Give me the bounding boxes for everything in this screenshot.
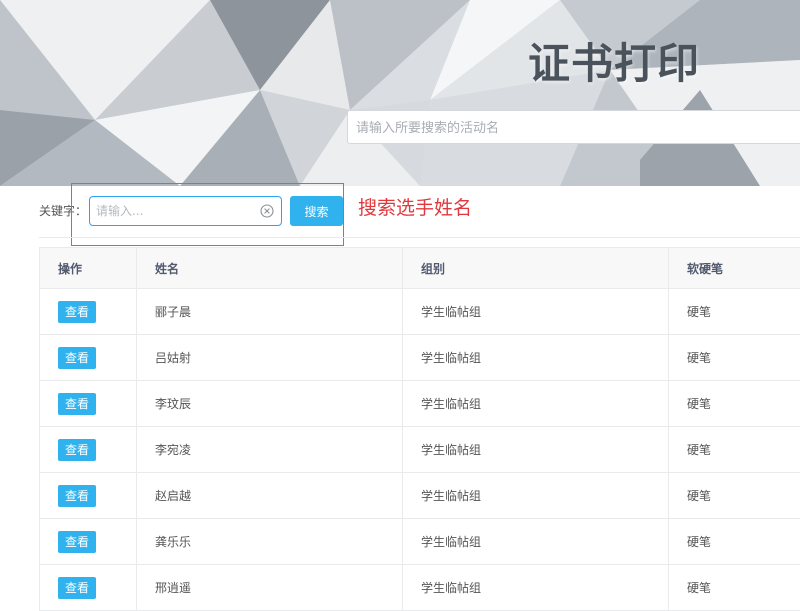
column-header-name: 姓名: [137, 248, 403, 289]
action-cell: 查看: [40, 519, 137, 565]
pen-cell: 硬笔: [669, 381, 800, 427]
action-cell: 查看: [40, 565, 137, 611]
view-button[interactable]: 查看: [58, 439, 96, 461]
action-cell: 查看: [40, 289, 137, 335]
pen-cell: 硬笔: [669, 335, 800, 381]
name-cell: 郦子晨: [137, 289, 403, 335]
view-button[interactable]: 查看: [58, 347, 96, 369]
annotation-text: 搜索选手姓名: [358, 193, 472, 220]
action-cell: 查看: [40, 427, 137, 473]
view-button[interactable]: 查看: [58, 301, 96, 323]
group-cell: 学生临帖组: [403, 565, 669, 611]
pen-cell: 硬笔: [669, 427, 800, 473]
name-cell: 邢逍遥: [137, 565, 403, 611]
pen-cell: 硬笔: [669, 289, 800, 335]
name-cell: 吕姑射: [137, 335, 403, 381]
divider: [39, 237, 800, 238]
banner-background: [0, 0, 800, 186]
pen-cell: 硬笔: [669, 519, 800, 565]
group-cell: 学生临帖组: [403, 473, 669, 519]
banner: 证书打印: [0, 0, 800, 186]
table-row: 查看 邢逍遥 学生临帖组 硬笔: [40, 565, 800, 611]
name-cell: 龚乐乐: [137, 519, 403, 565]
page-title: 证书打印: [528, 30, 700, 91]
column-header-group: 组别: [403, 248, 669, 289]
table-header-row: 操作 姓名 组别 软硬笔: [40, 248, 800, 289]
table-row: 查看 郦子晨 学生临帖组 硬笔: [40, 289, 800, 335]
group-cell: 学生临帖组: [403, 427, 669, 473]
column-header-action: 操作: [40, 248, 137, 289]
name-cell: 赵启越: [137, 473, 403, 519]
view-button[interactable]: 查看: [58, 393, 96, 415]
view-button[interactable]: 查看: [58, 485, 96, 507]
activity-search-input[interactable]: [347, 110, 800, 144]
name-cell: 李玟辰: [137, 381, 403, 427]
group-cell: 学生临帖组: [403, 335, 669, 381]
view-button[interactable]: 查看: [58, 577, 96, 599]
results-table: 操作 姓名 组别 软硬笔 查看 郦子晨 学生临帖组 硬笔 查看 吕姑射 学生临帖…: [39, 247, 800, 611]
pen-cell: 硬笔: [669, 565, 800, 611]
action-cell: 查看: [40, 335, 137, 381]
group-cell: 学生临帖组: [403, 519, 669, 565]
table-row: 查看 吕姑射 学生临帖组 硬笔: [40, 335, 800, 381]
table-row: 查看 龚乐乐 学生临帖组 硬笔: [40, 519, 800, 565]
column-header-pen: 软硬笔: [669, 248, 800, 289]
action-cell: 查看: [40, 381, 137, 427]
group-cell: 学生临帖组: [403, 381, 669, 427]
table-row: 查看 李宛凌 学生临帖组 硬笔: [40, 427, 800, 473]
action-cell: 查看: [40, 473, 137, 519]
table-row: 查看 李玟辰 学生临帖组 硬笔: [40, 381, 800, 427]
group-cell: 学生临帖组: [403, 289, 669, 335]
table-row: 查看 赵启越 学生临帖组 硬笔: [40, 473, 800, 519]
view-button[interactable]: 查看: [58, 531, 96, 553]
pen-cell: 硬笔: [669, 473, 800, 519]
name-cell: 李宛凌: [137, 427, 403, 473]
